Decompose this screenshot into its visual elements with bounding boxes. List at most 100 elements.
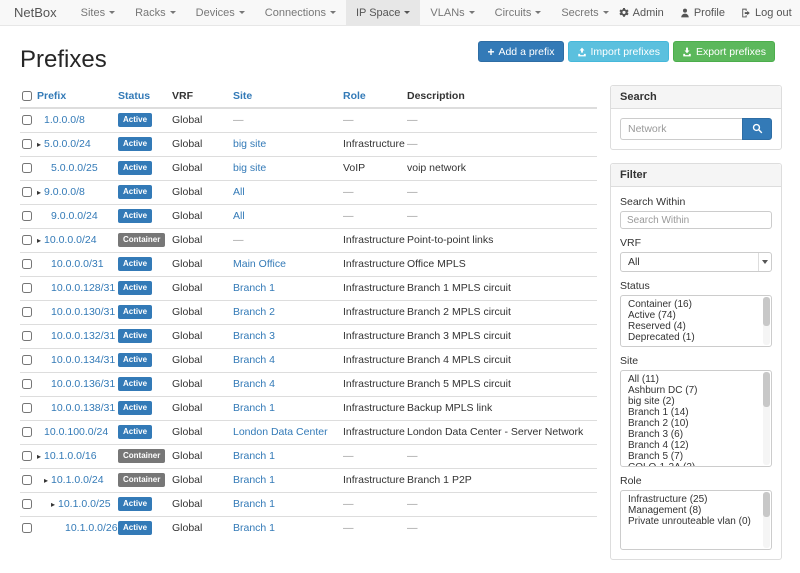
row-checkbox[interactable] [22,259,32,269]
site-link[interactable]: All [233,186,245,198]
nav-item-admin[interactable]: Admin [619,7,664,19]
site-link[interactable]: Branch 1 [233,282,275,294]
prefix-link[interactable]: 10.1.0.0/24 [51,474,104,486]
prefix-link[interactable]: 9.0.0.0/8 [44,186,85,198]
row-checkbox[interactable] [22,331,32,341]
site-option[interactable]: Branch 5 (7) [621,451,771,462]
row-checkbox[interactable] [22,355,32,365]
status-option[interactable]: Deprecated (1) [621,332,771,343]
row-checkbox[interactable] [22,475,32,485]
status-option[interactable]: Container (16) [621,299,771,310]
site-link[interactable]: Branch 1 [233,450,275,462]
row-checkbox[interactable] [22,499,32,509]
prefix-link[interactable]: 5.0.0.0/25 [51,162,98,174]
row-checkbox[interactable] [22,307,32,317]
nav-item-circuits[interactable]: Circuits [485,0,552,25]
status-cell: Active [118,397,172,421]
prefix-link[interactable]: 10.0.0.136/31 [51,378,115,390]
prefix-link[interactable]: 10.0.0.130/31 [51,306,115,318]
row-checkbox[interactable] [22,115,32,125]
prefix-link[interactable]: 10.1.0.0/25 [58,498,111,510]
description-cell: voip network [407,157,597,181]
role-listbox[interactable]: Infrastructure (25)Management (8)Private… [620,490,772,550]
site-link[interactable]: London Data Center [233,426,328,438]
row-checkbox[interactable] [22,139,32,149]
add-prefix-button[interactable]: + Add a prefix [478,41,563,62]
site-link[interactable]: Branch 4 [233,354,275,366]
site-link[interactable]: Branch 1 [233,474,275,486]
site-link[interactable]: Branch 3 [233,330,275,342]
prefix-link[interactable]: 10.0.100.0/24 [44,426,108,438]
site-link[interactable]: Main Office [233,258,286,270]
column-header-site[interactable]: Site [233,85,343,108]
row-checkbox[interactable] [22,235,32,245]
status-option[interactable]: Active (74) [621,310,771,321]
site-link[interactable]: Branch 2 [233,306,275,318]
prefix-link[interactable]: 10.1.0.0/26 [65,522,118,534]
row-checkbox[interactable] [22,163,32,173]
role-option[interactable]: Infrastructure (25) [621,494,771,505]
prefix-link[interactable]: 1.0.0.0/8 [44,114,85,126]
status-option[interactable]: Reserved (4) [621,321,771,332]
site-link[interactable]: Branch 1 [233,522,275,534]
scrollbar-thumb[interactable] [763,492,770,517]
vrf-select[interactable]: All [620,252,772,272]
row-checkbox[interactable] [22,451,32,461]
prefix-link[interactable]: 10.0.0.128/31 [51,282,115,294]
row-checkbox[interactable] [22,403,32,413]
nav-item-connections[interactable]: Connections [255,0,346,25]
brand-netbox[interactable]: NetBox [14,0,57,25]
site-option[interactable]: Branch 4 (12) [621,440,771,451]
search-within-input[interactable] [620,211,772,229]
status-listbox[interactable]: Container (16)Active (74)Reserved (4)Dep… [620,295,772,347]
site-link[interactable]: Branch 1 [233,498,275,510]
nav-item-sites[interactable]: Sites [71,0,125,25]
prefix-cell: ▸10.0.0.0/24 [37,229,118,253]
site-option[interactable]: Branch 1 (14) [621,407,771,418]
site-option[interactable]: COLO-1-2A (2) [621,462,771,467]
prefix-link[interactable]: 5.0.0.0/24 [44,138,91,150]
site-link[interactable]: Branch 4 [233,378,275,390]
import-prefixes-button[interactable]: Import prefixes [568,41,669,62]
site-option[interactable]: Branch 2 (10) [621,418,771,429]
row-checkbox[interactable] [22,283,32,293]
nav-item-secrets[interactable]: Secrets [551,0,618,25]
site-option[interactable]: Branch 3 (6) [621,429,771,440]
row-checkbox[interactable] [22,211,32,221]
column-header-status[interactable]: Status [118,85,172,108]
site-option[interactable]: big site (2) [621,396,771,407]
column-header-role[interactable]: Role [343,85,407,108]
row-checkbox[interactable] [22,427,32,437]
select-all-checkbox[interactable] [22,91,32,101]
site-link[interactable]: big site [233,138,266,150]
nav-item-devices[interactable]: Devices [186,0,255,25]
site-listbox[interactable]: All (11)Ashburn DC (7)big site (2)Branch… [620,370,772,467]
row-checkbox[interactable] [22,379,32,389]
search-button[interactable] [742,118,772,140]
role-option[interactable]: Private unrouteable vlan (0) [621,516,771,527]
site-link[interactable]: Branch 1 [233,402,275,414]
site-link[interactable]: All [233,210,245,222]
nav-item-profile[interactable]: Profile [680,7,725,19]
site-option[interactable]: Ashburn DC (7) [621,385,771,396]
prefix-link[interactable]: 10.0.0.0/31 [51,258,104,270]
column-header-prefix[interactable]: Prefix [37,85,118,108]
nav-item-vlans[interactable]: VLANs [420,0,484,25]
site-link[interactable]: big site [233,162,266,174]
prefix-link[interactable]: 10.0.0.0/24 [44,234,97,246]
site-option[interactable]: All (11) [621,374,771,385]
prefix-link[interactable]: 9.0.0.0/24 [51,210,98,222]
export-prefixes-button[interactable]: Export prefixes [673,41,775,62]
prefix-link[interactable]: 10.0.0.132/31 [51,330,115,342]
prefix-link[interactable]: 10.0.0.134/31 [51,354,115,366]
row-checkbox[interactable] [22,523,32,533]
prefix-link[interactable]: 10.1.0.0/16 [44,450,97,462]
scrollbar-thumb[interactable] [763,297,770,326]
nav-item-ip-space[interactable]: IP Space [346,0,420,25]
scrollbar-thumb[interactable] [763,372,770,407]
search-input[interactable] [620,118,742,140]
prefix-link[interactable]: 10.0.0.138/31 [51,402,115,414]
row-checkbox[interactable] [22,187,32,197]
nav-item-logout[interactable]: Log out [741,7,792,19]
nav-item-racks[interactable]: Racks [125,0,186,25]
